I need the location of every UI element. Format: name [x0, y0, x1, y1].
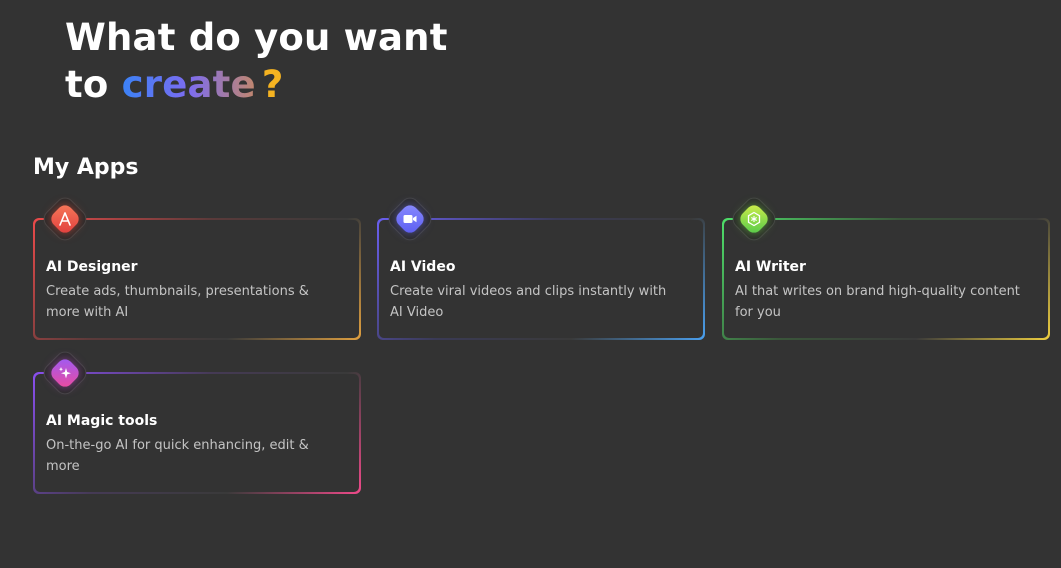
designer-icon: [39, 193, 91, 245]
app-card-title: AI Designer: [46, 259, 138, 275]
app-card-title: AI Magic tools: [46, 413, 158, 429]
heading-question-mark: ?: [261, 63, 284, 106]
app-card-title: AI Video: [390, 259, 456, 275]
app-card-description: On-the-go AI for quick enhancing, edit &…: [46, 438, 309, 474]
heading-highlight: create: [121, 63, 256, 106]
app-card-description: Create viral videos and clips instantly …: [390, 284, 667, 320]
sparkles-icon: [39, 347, 91, 399]
app-card-title: AI Writer: [735, 259, 806, 275]
app-card-description: Create ads, thumbnails, presentations & …: [46, 284, 309, 320]
page-heading: What do you want to create?: [65, 14, 448, 108]
writer-icon: [728, 193, 780, 245]
video-camera-icon: [384, 193, 436, 245]
heading-prefix: to: [65, 63, 109, 106]
app-card-description: AI that writes on brand high-quality con…: [735, 284, 1020, 320]
heading-line-1: What do you want: [65, 16, 448, 59]
heading-line-2: to create?: [65, 61, 448, 108]
section-title: My Apps: [33, 155, 139, 180]
